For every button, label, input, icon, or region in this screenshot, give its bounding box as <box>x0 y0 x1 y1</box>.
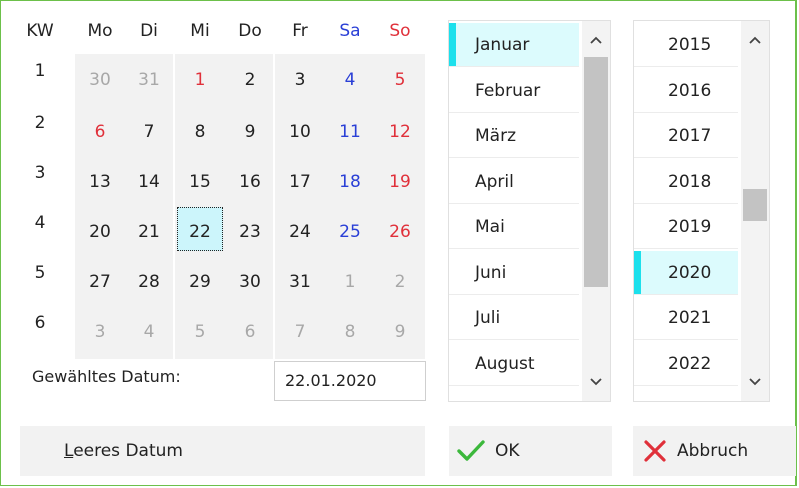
week-number: 4 <box>34 213 46 233</box>
calendar-day[interactable]: 13 <box>75 162 125 202</box>
calendar-day[interactable]: 9 <box>225 112 275 152</box>
calendar-day[interactable]: 3 <box>275 60 325 100</box>
calendar-day[interactable]: 23 <box>225 212 275 252</box>
selected-date-label: Gewähltes Datum: <box>32 367 181 386</box>
year-item[interactable]: 2019 <box>634 205 738 249</box>
calendar-day[interactable]: 8 <box>175 112 225 152</box>
year-item[interactable]: 2020 <box>634 250 738 295</box>
calendar-day[interactable]: 25 <box>325 212 375 252</box>
calendar-day[interactable]: 31 <box>124 60 174 100</box>
calendar-day[interactable]: 8 <box>325 312 375 352</box>
calendar-day[interactable]: 31 <box>275 262 325 302</box>
calendar-day[interactable]: 1 <box>175 60 225 100</box>
month-item[interactable]: Juli <box>449 296 579 340</box>
year-item[interactable]: 2021 <box>634 296 738 340</box>
ok-button[interactable]: OK <box>449 426 612 476</box>
year-item[interactable]: 2022 <box>634 342 738 386</box>
chevron-down-icon[interactable] <box>582 371 610 395</box>
month-item[interactable]: Mai <box>449 205 579 249</box>
clear-date-label: eeres Datum <box>73 441 183 461</box>
clear-date-mnemonic: L <box>64 441 74 461</box>
calendar-day[interactable]: 30 <box>75 60 125 100</box>
month-scroll-thumb[interactable] <box>584 57 608 287</box>
calendar-day[interactable]: 20 <box>75 212 125 252</box>
clear-date-button[interactable]: Leeres Datum <box>20 426 425 476</box>
week-number: 1 <box>34 61 46 81</box>
calendar-day[interactable]: 6 <box>225 312 275 352</box>
month-scrollbar[interactable] <box>582 21 610 401</box>
calendar-day[interactable]: 27 <box>75 262 125 302</box>
calendar-day[interactable]: 12 <box>375 112 425 152</box>
calendar-day[interactable]: 7 <box>124 112 174 152</box>
calendar-day[interactable]: 9 <box>375 312 425 352</box>
weekday-header: Fr <box>292 21 308 41</box>
weekday-header: So <box>389 21 411 41</box>
week-number-header: KW <box>26 21 54 41</box>
calendar-day[interactable]: 4 <box>124 312 174 352</box>
calendar-day[interactable]: 11 <box>325 112 375 152</box>
year-item[interactable]: 2015 <box>634 23 738 67</box>
month-item[interactable]: April <box>449 160 579 204</box>
calendar-day[interactable]: 17 <box>275 162 325 202</box>
calendar-day[interactable]: 2 <box>375 262 425 302</box>
calendar-day[interactable]: 5 <box>375 60 425 100</box>
month-item[interactable]: August <box>449 342 579 386</box>
weekday-header: Mo <box>87 21 113 41</box>
calendar-day[interactable]: 3 <box>75 312 125 352</box>
calendar-day[interactable]: 2 <box>225 60 275 100</box>
calendar-day[interactable]: 4 <box>325 60 375 100</box>
month-item[interactable]: Juni <box>449 251 579 295</box>
calendar-day[interactable]: 16 <box>225 162 275 202</box>
calendar-day[interactable]: 19 <box>375 162 425 202</box>
calendar-day[interactable]: 10 <box>275 112 325 152</box>
chevron-up-icon[interactable] <box>741 29 769 53</box>
weekday-header: Sa <box>339 21 361 41</box>
weekday-header: Do <box>238 21 262 41</box>
month-item[interactable]: Januar <box>449 23 579 67</box>
calendar-day-selected[interactable]: 22 <box>175 212 225 252</box>
week-number: 2 <box>34 113 46 133</box>
weekday-header: Di <box>140 21 158 41</box>
cancel-label: Abbruch <box>677 441 749 461</box>
calendar-day[interactable]: 6 <box>75 112 125 152</box>
year-item[interactable]: 2018 <box>634 160 738 204</box>
calendar-day[interactable]: 18 <box>325 162 375 202</box>
week-number: 6 <box>34 313 46 333</box>
chevron-down-icon[interactable] <box>741 371 769 395</box>
year-list[interactable]: 2022 2021 2020 2019 2018 2017 2016 2015 <box>633 20 770 402</box>
close-icon <box>644 440 666 462</box>
calendar-day[interactable]: 5 <box>175 312 225 352</box>
chevron-up-icon[interactable] <box>582 29 610 53</box>
month-item[interactable]: Februar <box>449 69 579 113</box>
year-item[interactable]: 2017 <box>634 114 738 158</box>
calendar-day[interactable]: 7 <box>275 312 325 352</box>
ok-label: OK <box>495 441 520 461</box>
calendar-day[interactable]: 26 <box>375 212 425 252</box>
calendar-day[interactable]: 14 <box>124 162 174 202</box>
week-number: 5 <box>34 263 46 283</box>
calendar-day[interactable]: 15 <box>175 162 225 202</box>
calendar-day[interactable]: 24 <box>275 212 325 252</box>
year-item[interactable]: 2016 <box>634 69 738 113</box>
month-list[interactable]: August Juli Juni Mai April März Februar Januar <box>448 20 611 402</box>
calendar-day[interactable]: 30 <box>225 262 275 302</box>
calendar-day[interactable]: 28 <box>124 262 174 302</box>
cancel-button[interactable]: Abbruch <box>633 426 796 476</box>
year-scroll-thumb[interactable] <box>743 189 767 221</box>
check-icon <box>457 440 485 461</box>
month-item[interactable]: März <box>449 114 579 158</box>
week-number: 3 <box>34 163 46 183</box>
selected-date-field[interactable]: 22.01.2020 <box>274 361 426 401</box>
calendar-day[interactable]: 29 <box>175 262 225 302</box>
year-scrollbar[interactable] <box>741 21 769 401</box>
weekday-header: Mi <box>190 21 210 41</box>
calendar-day[interactable]: 1 <box>325 262 375 302</box>
calendar-day[interactable]: 21 <box>124 212 174 252</box>
